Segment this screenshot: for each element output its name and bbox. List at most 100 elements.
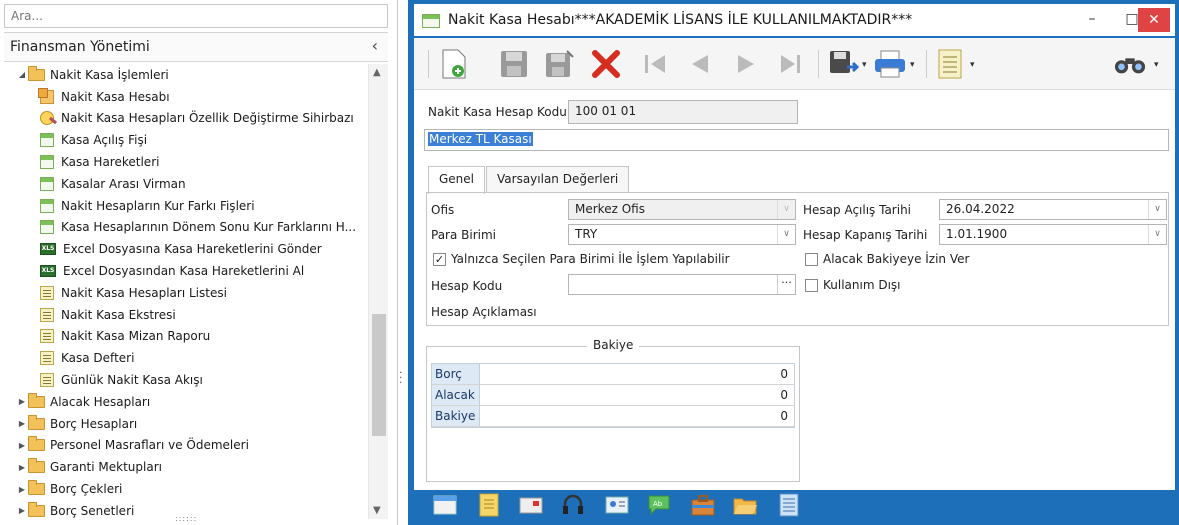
last-record-icon[interactable] xyxy=(774,48,806,80)
list-icon[interactable] xyxy=(776,492,802,518)
alacak-bakiye-checkbox[interactable] xyxy=(805,253,818,266)
para-birimi-value: TRY xyxy=(575,227,598,241)
tree-item[interactable]: Nakit Hesapların Kur Farkı Fişleri xyxy=(4,195,368,217)
tree-item[interactable]: Nakit Kasa Hesapları Listesi xyxy=(4,282,368,304)
new-document-icon[interactable] xyxy=(438,48,470,80)
window-title: Nakit Kasa Hesabı***AKADEMİK LİSANS İLE … xyxy=(448,12,913,28)
scrollbar-thumb[interactable] xyxy=(372,314,386,436)
report-icon xyxy=(40,351,54,366)
panel-splitter[interactable]: · · · xyxy=(398,0,406,525)
search-input[interactable] xyxy=(4,4,388,28)
balance-row-label: Borç xyxy=(432,364,480,384)
tree-item[interactable]: Kasa Açılış Fişi xyxy=(4,129,368,151)
tree-item[interactable]: Nakit Kasa Hesapları Özellik Değiştirme … xyxy=(4,108,368,130)
tab-genel[interactable]: Genel xyxy=(428,166,486,194)
tree-group[interactable]: ▶ Borç Çekleri xyxy=(4,478,368,500)
code-field[interactable]: 100 01 01 xyxy=(568,100,798,124)
chevron-down-icon[interactable]: ∨ xyxy=(1148,200,1166,219)
balance-row: Bakiye 0 xyxy=(432,406,794,427)
previous-record-icon[interactable] xyxy=(684,48,716,80)
tree-item[interactable]: Kasalar Arası Virman xyxy=(4,173,368,195)
headset-icon[interactable] xyxy=(560,492,586,518)
tree-group[interactable]: ▶ Garanti Mektupları xyxy=(4,456,368,478)
print-icon[interactable] xyxy=(874,48,906,80)
export-dropdown-icon[interactable]: ▾ xyxy=(862,60,867,70)
form-content: Nakit Kasa Hesap Kodu 100 01 01 Merkez T… xyxy=(414,90,1175,490)
save-icon[interactable] xyxy=(498,48,530,80)
save-as-icon[interactable] xyxy=(544,48,576,80)
email-icon[interactable] xyxy=(518,492,544,518)
hesap-kodu-field[interactable]: ··· xyxy=(568,274,796,295)
tree-item[interactable]: Nakit Kasa Mizan Raporu xyxy=(4,326,368,348)
tree-group[interactable]: ▶ Personel Masrafları ve Ödemeleri xyxy=(4,435,368,457)
collapsed-arrow-icon[interactable]: ▶ xyxy=(16,419,28,428)
notes-icon[interactable] xyxy=(476,492,502,518)
first-record-icon[interactable] xyxy=(640,48,672,80)
para-birimi-select[interactable]: TRY ∨ xyxy=(568,224,796,245)
report-dropdown-icon[interactable]: ▾ xyxy=(970,60,975,70)
folder-icon xyxy=(28,414,45,430)
ofis-select[interactable]: Merkez Ofis ∨ xyxy=(568,199,796,220)
resize-grip-icon[interactable]: :::::: xyxy=(175,514,197,523)
collapsed-arrow-icon[interactable]: ▶ xyxy=(16,485,28,494)
tree-item[interactable]: XLS Excel Dosyasından Kasa Hareketlerini … xyxy=(4,260,368,282)
kullanim-disi-label: Kullanım Dışı xyxy=(823,278,901,292)
code-label: Nakit Kasa Hesap Kodu xyxy=(428,105,567,119)
report-icon xyxy=(40,285,54,300)
search-dropdown-icon[interactable]: ▾ xyxy=(1154,60,1159,70)
hesap-aciklamasi-label: Hesap Açıklaması xyxy=(431,305,537,319)
hesap-kodu-label: Hesap Kodu xyxy=(431,279,503,293)
form-window: Nakit Kasa Hesabı***AKADEMİK LİSANS İLE … xyxy=(408,0,1179,525)
scroll-up-icon[interactable]: ▲ xyxy=(373,67,381,78)
collapsed-arrow-icon[interactable]: ▶ xyxy=(16,397,28,406)
tab-varsayilan-degerleri[interactable]: Varsayılan Değerleri xyxy=(486,166,630,192)
form-icon xyxy=(422,14,440,28)
tree-item-label: Nakit Hesapların Kur Farkı Fişleri xyxy=(61,198,255,213)
tree-group[interactable]: ▶ Alacak Hesapları xyxy=(4,391,368,413)
contact-card-icon[interactable] xyxy=(604,492,630,518)
chevron-down-icon[interactable]: ∨ xyxy=(1148,225,1166,244)
report-icon[interactable] xyxy=(934,48,966,80)
close-button[interactable]: ✕ xyxy=(1138,8,1170,32)
report-icon xyxy=(40,329,54,344)
kapanis-date-select[interactable]: 1.01.1900 ∨ xyxy=(939,224,1167,245)
expanded-arrow-icon[interactable]: ◢ xyxy=(16,70,28,79)
account-name-field[interactable]: Merkez TL Kasası xyxy=(424,129,1169,151)
next-record-icon[interactable] xyxy=(730,48,762,80)
kullanim-disi-checkbox[interactable] xyxy=(805,279,818,292)
search-binoculars-icon[interactable] xyxy=(1114,48,1146,80)
balance-row: Borç 0 xyxy=(432,364,794,385)
collapse-panel-icon[interactable]: ‹ xyxy=(372,36,378,55)
tree-item[interactable]: XLS Excel Dosyasına Kasa Hareketlerini Gö… xyxy=(4,238,368,260)
tree-item[interactable]: Kasa Defteri xyxy=(4,347,368,369)
tree-item[interactable]: Nakit Kasa Hesabı xyxy=(4,86,368,108)
export-icon[interactable] xyxy=(828,48,860,80)
tree-item[interactable]: Nakit Kasa Ekstresi xyxy=(4,304,368,326)
tree-group[interactable]: ◢ Nakit Kasa İşlemleri xyxy=(4,64,368,86)
tree-item[interactable]: Günlük Nakit Kasa Akışı xyxy=(4,369,368,391)
collapsed-arrow-icon[interactable]: ▶ xyxy=(16,463,28,472)
folder-icon xyxy=(28,436,45,452)
only-selected-currency-checkbox[interactable]: ✓ xyxy=(433,253,446,266)
tree-scrollbar[interactable]: ▲ ▼ xyxy=(368,64,388,519)
ellipsis-icon[interactable]: ··· xyxy=(777,275,795,294)
tree-item[interactable]: Kasa Hareketleri xyxy=(4,151,368,173)
chat-icon[interactable]: Ab xyxy=(646,492,672,518)
chevron-down-icon[interactable]: ∨ xyxy=(777,200,795,219)
minimize-button[interactable]: – xyxy=(1074,6,1110,32)
scroll-down-icon[interactable]: ▼ xyxy=(373,505,381,516)
collapsed-arrow-icon[interactable]: ▶ xyxy=(16,441,28,450)
tree-item-label: Kasalar Arası Virman xyxy=(61,176,186,191)
chevron-down-icon[interactable]: ∨ xyxy=(777,225,795,244)
folder-open-icon[interactable] xyxy=(732,492,758,518)
acilis-date-select[interactable]: 26.04.2022 ∨ xyxy=(939,199,1167,220)
tree-group[interactable]: ▶ Borç Hesapları xyxy=(4,413,368,435)
briefcase-icon[interactable] xyxy=(690,492,716,518)
delete-icon[interactable] xyxy=(590,48,622,80)
window-icon[interactable] xyxy=(432,492,458,518)
acilis-label: Hesap Açılış Tarihi xyxy=(803,203,912,217)
tree-item[interactable]: Kasa Hesaplarının Dönem Sonu Kur Farklar… xyxy=(4,217,368,239)
print-dropdown-icon[interactable]: ▾ xyxy=(910,60,915,70)
collapsed-arrow-icon[interactable]: ▶ xyxy=(16,506,28,515)
balance-row-value: 0 xyxy=(780,409,788,423)
